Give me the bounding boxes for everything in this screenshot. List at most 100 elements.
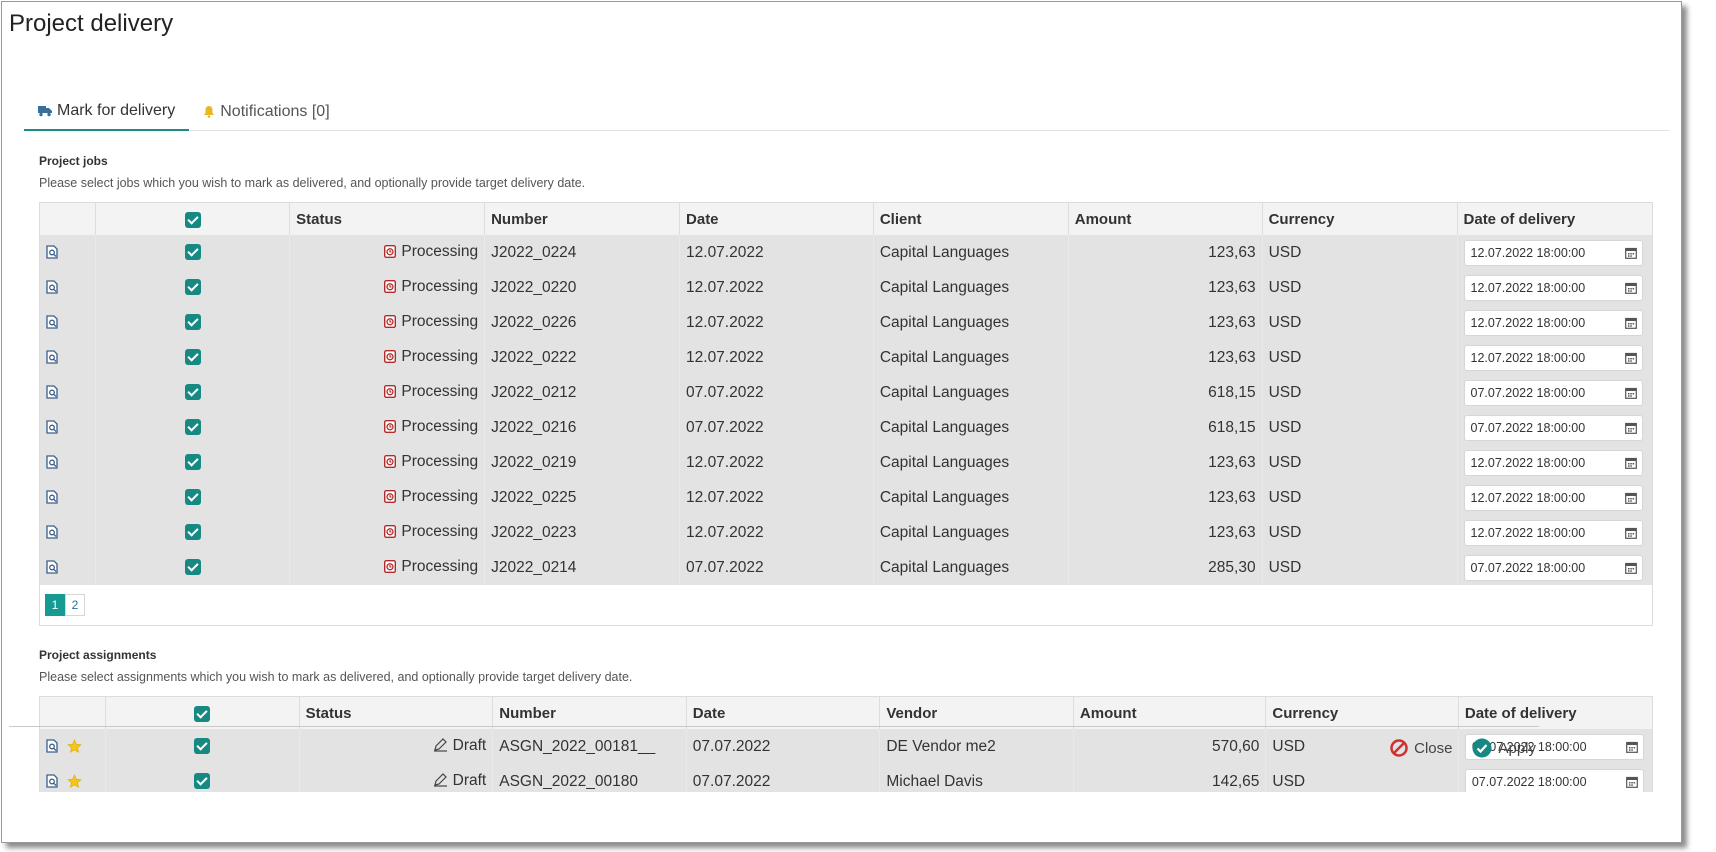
delivery-date-input[interactable]: 12.07.2022 18:00:00 (1463, 239, 1643, 266)
currency-cell: USD (1262, 410, 1458, 445)
table-row[interactable]: Processing J2022_0223 12.07.2022 Capital La… (40, 515, 1652, 550)
delivery-date-input[interactable]: 12.07.2022 18:00:00 (1463, 309, 1643, 336)
row-checkbox[interactable] (105, 764, 300, 792)
preview-icon[interactable] (46, 245, 59, 260)
page-button-1[interactable]: 1 (45, 594, 65, 616)
calendar-icon[interactable] (1624, 562, 1637, 574)
row-checkbox[interactable] (95, 515, 291, 550)
delivery-date-input[interactable]: 07.07.2022 18:00:00 (1463, 379, 1643, 406)
column-header-vendor[interactable]: Vendor (879, 697, 1074, 729)
preview-icon[interactable] (46, 385, 59, 400)
calendar-icon[interactable] (1624, 457, 1637, 469)
calendar-icon[interactable] (1624, 527, 1637, 539)
select-all-checkbox[interactable] (105, 697, 300, 729)
table-row[interactable]: Processing J2022_0222 12.07.2022 Capital La… (40, 340, 1652, 375)
currency-cell: USD (1262, 480, 1458, 515)
number-cell: J2022_0214 (484, 550, 681, 585)
delivery-date-value: 12.07.2022 18:00:00 (1470, 490, 1586, 505)
delivery-date-input[interactable]: 07.07.2022 18:00:00 (1463, 414, 1643, 441)
row-checkbox[interactable] (95, 550, 291, 585)
jobs-pagination: 1 2 (40, 585, 1652, 625)
clock-icon (384, 524, 397, 543)
row-checkbox[interactable] (95, 235, 291, 270)
row-checkbox[interactable] (105, 729, 300, 764)
column-header-status[interactable]: Status (299, 697, 494, 729)
column-header-date-of-delivery[interactable]: Date of delivery (1458, 697, 1652, 729)
column-header-date-of-delivery[interactable]: Date of delivery (1457, 203, 1652, 235)
delivery-date-input[interactable]: 12.07.2022 18:00:00 (1463, 519, 1643, 546)
calendar-icon[interactable] (1624, 352, 1637, 364)
footer-divider (9, 726, 1539, 727)
preview-icon[interactable] (46, 455, 59, 470)
select-all-checkbox[interactable] (95, 203, 291, 235)
table-row[interactable]: Processing J2022_0220 12.07.2022 Capital La… (40, 270, 1652, 305)
delivery-date-input[interactable]: 12.07.2022 18:00:00 (1463, 344, 1643, 371)
delivery-date-input[interactable]: 12.07.2022 18:00:00 (1463, 274, 1643, 301)
delivery-date-input[interactable]: 12.07.2022 18:00:00 (1463, 449, 1643, 476)
preview-icon[interactable] (46, 280, 59, 295)
row-checkbox[interactable] (95, 270, 291, 305)
apply-button[interactable]: Apply (1472, 738, 1536, 758)
preview-icon[interactable] (46, 774, 59, 789)
calendar-icon[interactable] (1624, 387, 1637, 399)
page-button-2[interactable]: 2 (65, 594, 85, 616)
delivery-date-input[interactable]: 07.07.2022 18:00:00 (1464, 768, 1644, 792)
table-row[interactable]: Processing J2022_0214 07.07.2022 Capital La… (40, 550, 1652, 585)
preview-icon[interactable] (46, 560, 59, 575)
row-checkbox[interactable] (95, 445, 291, 480)
calendar-icon[interactable] (1624, 282, 1637, 294)
preview-icon[interactable] (46, 315, 59, 330)
column-header-status[interactable]: Status (289, 203, 486, 235)
table-row[interactable]: Processing J2022_0226 12.07.2022 Capital La… (40, 305, 1652, 340)
calendar-icon[interactable] (1625, 741, 1638, 753)
delivery-scroll-area[interactable]: Project jobs Please select jobs which yo… (24, 142, 1664, 792)
star-icon[interactable] (67, 774, 82, 789)
table-row[interactable]: Processing J2022_0216 07.07.2022 Capital La… (40, 410, 1652, 445)
close-button[interactable]: Close (1390, 738, 1452, 758)
row-checkbox[interactable] (95, 375, 291, 410)
client-cell: Capital Languages (873, 445, 1069, 480)
column-header-date[interactable]: Date (679, 203, 874, 235)
column-header-amount[interactable]: Amount (1073, 697, 1267, 729)
row-checkbox[interactable] (95, 340, 291, 375)
delivery-date-value: 07.07.2022 18:00:00 (1471, 774, 1587, 789)
table-row[interactable]: Processing J2022_0225 12.07.2022 Capital La… (40, 480, 1652, 515)
calendar-icon[interactable] (1624, 422, 1637, 434)
column-header-number[interactable]: Number (492, 697, 687, 729)
column-header-date[interactable]: Date (686, 697, 881, 729)
status-cell: Processing (289, 480, 486, 515)
preview-icon[interactable] (46, 525, 59, 540)
column-header-currency[interactable]: Currency (1265, 697, 1459, 729)
table-row[interactable]: Processing J2022_0219 12.07.2022 Capital La… (40, 445, 1652, 480)
table-row[interactable]: Processing J2022_0224 12.07.2022 Capital La… (40, 235, 1652, 270)
preview-icon[interactable] (46, 490, 59, 505)
column-header-amount[interactable]: Amount (1068, 203, 1263, 235)
column-header-currency[interactable]: Currency (1262, 203, 1458, 235)
tab-notifications[interactable]: Notifications [0] (189, 92, 343, 131)
star-icon[interactable] (67, 739, 82, 754)
amount-cell: 570,60 (1073, 729, 1267, 764)
table-row[interactable]: Draft ASGN_2022_00180 07.07.2022 Michael Da… (40, 764, 1652, 792)
clock-icon (384, 384, 397, 403)
row-checkbox[interactable] (95, 305, 291, 340)
calendar-icon[interactable] (1624, 317, 1637, 329)
row-checkbox[interactable] (95, 480, 291, 515)
table-row[interactable]: Processing J2022_0212 07.07.2022 Capital La… (40, 375, 1652, 410)
amount-cell: 123,63 (1068, 340, 1263, 375)
column-header-client[interactable]: Client (873, 203, 1069, 235)
delivery-date-input[interactable]: 12.07.2022 18:00:00 (1463, 484, 1643, 511)
calendar-icon[interactable] (1625, 776, 1638, 788)
calendar-icon[interactable] (1624, 492, 1637, 504)
preview-icon[interactable] (46, 420, 59, 435)
preview-icon[interactable] (46, 350, 59, 365)
date-cell: 07.07.2022 (686, 729, 881, 764)
calendar-icon[interactable] (1624, 247, 1637, 259)
status-text: Processing (401, 347, 479, 365)
preview-icon[interactable] (46, 739, 59, 754)
tab-mark-for-delivery[interactable]: Mark for delivery (24, 92, 190, 131)
row-checkbox[interactable] (95, 410, 291, 445)
client-cell: Capital Languages (873, 340, 1069, 375)
column-header-number[interactable]: Number (484, 203, 681, 235)
clock-icon (384, 279, 397, 298)
delivery-date-input[interactable]: 07.07.2022 18:00:00 (1463, 554, 1643, 581)
